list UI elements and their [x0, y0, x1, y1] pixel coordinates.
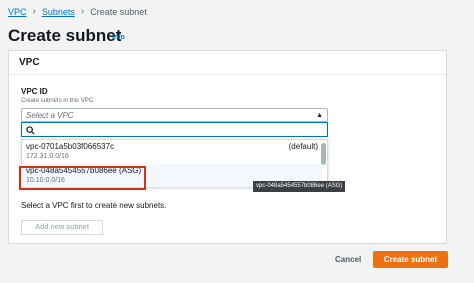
- panel-heading: VPC: [9, 51, 446, 75]
- caret-up-icon: ▲: [316, 111, 323, 119]
- add-new-subnet-button[interactable]: Add new subnet: [21, 220, 103, 235]
- vpc-panel: VPC VPC ID Create subnets in this VPC. S…: [8, 50, 447, 244]
- info-link[interactable]: Info: [112, 34, 125, 41]
- vpc-select[interactable]: Select a VPC ▲: [21, 108, 328, 122]
- breadcrumb: VPC › Subnets › Create subnet: [8, 6, 147, 17]
- breadcrumb-subnets-link[interactable]: Subnets: [42, 7, 75, 17]
- highlight-box: [19, 166, 146, 190]
- vpc-id-description: Create subnets in this VPC.: [21, 98, 95, 104]
- page-title: Create subnet: [8, 26, 122, 45]
- vpc-option-id: vpc-0701a5b03f066537c: [26, 142, 115, 151]
- vpc-option-default[interactable]: vpc-0701a5b03f066537c (default) 172.31.0…: [22, 140, 322, 163]
- chevron-right-icon: ›: [32, 6, 36, 17]
- create-subnet-button[interactable]: Create subnet: [373, 251, 448, 268]
- search-icon: [26, 126, 35, 135]
- vpc-option-cidr: 172.31.0.0/16: [26, 153, 69, 160]
- vpc-tooltip: vpc-048a5454557b086ee (ASG): [253, 181, 346, 192]
- chevron-right-icon: ›: [80, 6, 85, 17]
- breadcrumb-vpc-link[interactable]: VPC: [8, 7, 27, 17]
- dropdown-scrollbar[interactable]: [321, 143, 326, 165]
- vpc-id-label: VPC ID: [21, 87, 48, 96]
- vpc-select-placeholder: Select a VPC: [26, 110, 74, 120]
- vpc-option-tag: (default): [288, 142, 318, 151]
- cancel-button[interactable]: Cancel: [335, 255, 361, 264]
- vpc-search-input[interactable]: [21, 122, 328, 137]
- select-vpc-message: Select a VPC first to create new subnets…: [21, 201, 167, 210]
- breadcrumb-current: Create subnet: [90, 6, 147, 17]
